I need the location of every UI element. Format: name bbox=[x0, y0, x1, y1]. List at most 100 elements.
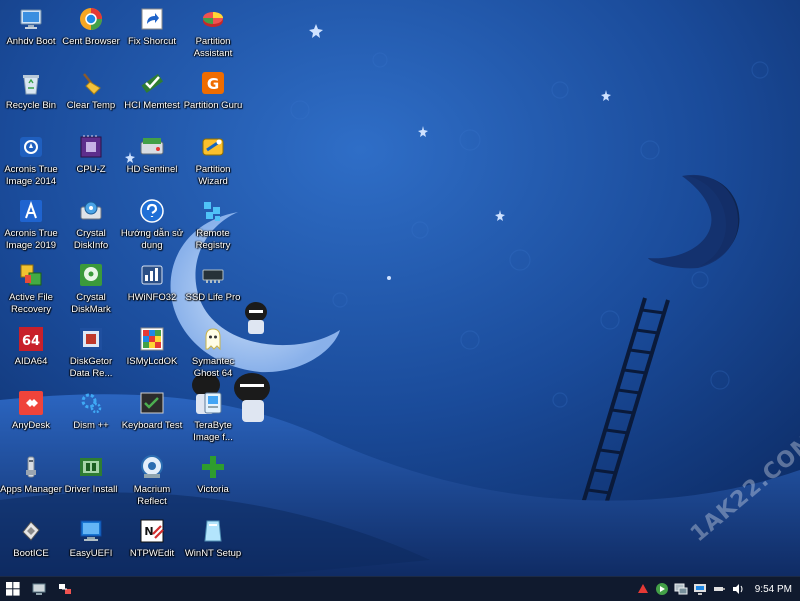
desktop-icon-cent-browser[interactable]: Cent Browser bbox=[60, 6, 122, 48]
tray-usb[interactable] bbox=[711, 581, 727, 597]
desktop-icon-label: Partition Wizard bbox=[195, 164, 231, 187]
desktop-icon-label: Driver Install bbox=[64, 484, 118, 495]
crystaldiskmark-icon bbox=[78, 262, 104, 288]
desktop-icon-diskgetor[interactable]: DiskGetor Data Re... bbox=[60, 326, 122, 379]
desktop-icon-label: WinNT Setup bbox=[184, 548, 242, 559]
desktop-icon-crystal-diskmark[interactable]: Crystal DiskMark bbox=[60, 262, 122, 315]
desktop-icon-ismylcdok[interactable]: ISMyLcdOK bbox=[121, 326, 183, 368]
desktop-icon-terabyte-image[interactable]: TeraByte Image f... bbox=[182, 390, 244, 443]
tray-red-arrow[interactable] bbox=[635, 581, 651, 597]
desktop-icon-active-file-recovery[interactable]: Active File Recovery bbox=[0, 262, 62, 315]
tray-volume[interactable] bbox=[730, 581, 746, 597]
diskgetor-icon bbox=[78, 326, 104, 352]
partition-wizard-icon bbox=[200, 134, 226, 160]
desktop-icon-label: Fix Shorcut bbox=[127, 36, 177, 47]
hd-sentinel-icon bbox=[139, 134, 165, 160]
desktop-icon-macrium-reflect[interactable]: Macrium Reflect bbox=[121, 454, 183, 507]
play-icon bbox=[655, 583, 668, 595]
desktop-icon-label: HCI Memtest bbox=[124, 100, 180, 111]
desktop-icon-clear-temp[interactable]: Clear Temp bbox=[60, 70, 122, 112]
svg-text:G: G bbox=[207, 75, 219, 93]
desktop-icon-label: Keyboard Test bbox=[121, 420, 183, 431]
tray-play[interactable] bbox=[654, 581, 670, 597]
cpuz-icon bbox=[78, 134, 104, 160]
desktop-icon-ssd-life-pro[interactable]: SSD Life Pro bbox=[182, 262, 244, 304]
desktop-icon-acronis-2014[interactable]: Acronis True Image 2014 bbox=[0, 134, 62, 187]
desktop-icon-hwinfo32[interactable]: HWiNFO32 bbox=[121, 262, 183, 304]
desktop-icon-cpu-z[interactable]: CPU-Z bbox=[60, 134, 122, 176]
desktop-icon-anydesk[interactable]: AnyDesk bbox=[0, 390, 62, 432]
desktop-icon-driver-install[interactable]: Driver Install bbox=[60, 454, 122, 496]
desktop-icon-fix-shortcut[interactable]: Fix Shorcut bbox=[121, 6, 183, 48]
crystaldiskinfo-icon bbox=[78, 198, 104, 224]
taskbar-clock[interactable]: 9:54 PM bbox=[755, 584, 792, 595]
desktop-icon-label: SSD Life Pro bbox=[185, 292, 241, 303]
desktop-icon-label: Recycle Bin bbox=[5, 100, 57, 111]
desktop-icon-easyuefi[interactable]: EasyUEFI bbox=[60, 518, 122, 560]
desktop-icon-label: Acronis True Image 2019 bbox=[4, 228, 58, 251]
driver-install-icon bbox=[78, 454, 104, 480]
desktop-icon-winnt-setup[interactable]: WinNT Setup bbox=[182, 518, 244, 560]
file-recovery-icon bbox=[18, 262, 44, 288]
desktop-icon-label: Macrium Reflect bbox=[133, 484, 171, 507]
network-icon bbox=[59, 584, 71, 594]
desktop-icon-label: Symantec Ghost 64 bbox=[191, 356, 235, 379]
tray-network-adapter[interactable] bbox=[673, 581, 689, 597]
desktop-icon-dism[interactable]: Dism ++ bbox=[60, 390, 122, 432]
desktop-icon-label: Victoria bbox=[197, 484, 229, 495]
anydesk-icon bbox=[18, 390, 44, 416]
victoria-icon bbox=[200, 454, 226, 480]
svg-text:64: 64 bbox=[22, 334, 40, 349]
desktop-icon-ntpwedit[interactable]: N NTPWEdit bbox=[121, 518, 183, 560]
desktop-icon-label: BootICE bbox=[13, 548, 49, 559]
tray-display[interactable] bbox=[692, 581, 708, 597]
aida64-icon: 64 bbox=[18, 326, 44, 352]
memtest-icon bbox=[139, 70, 165, 96]
desktop-icon-hci-memtest[interactable]: HCI Memtest bbox=[121, 70, 183, 112]
desktop-icon-aida64[interactable]: 64 AIDA64 bbox=[0, 326, 62, 368]
desktop-icon-anhdv-boot[interactable]: Anhdv Boot bbox=[0, 6, 62, 48]
speaker-icon bbox=[732, 584, 743, 594]
desktop-icon-crystal-diskinfo[interactable]: Crystal DiskInfo bbox=[60, 198, 122, 251]
desktop-icon-acronis-2019[interactable]: Acronis True Image 2019 bbox=[0, 198, 62, 251]
desktop-icon-label: Partition Guru bbox=[183, 100, 243, 111]
desktop-icon-label: Dism ++ bbox=[73, 420, 109, 431]
desktop-icon-label: Active File Recovery bbox=[9, 292, 53, 315]
ssd-icon bbox=[200, 262, 226, 288]
desktop-icon-label: HWiNFO32 bbox=[127, 292, 177, 303]
ghost-icon bbox=[200, 326, 226, 352]
windows-logo-icon bbox=[6, 582, 20, 596]
taskbar-network[interactable] bbox=[52, 577, 78, 601]
desktop-icon-grid: Anhdv Boot Recycle Bin Acronis True Imag… bbox=[0, 0, 800, 576]
acronis-2014-icon bbox=[18, 134, 44, 160]
desktop-icon-apps-manager[interactable]: Apps Manager bbox=[0, 454, 62, 496]
desktop-icon-partition-wizard[interactable]: Partition Wizard bbox=[182, 134, 244, 187]
display-icon bbox=[693, 584, 706, 595]
desktop-icon-hd-sentinel[interactable]: HD Sentinel bbox=[121, 134, 183, 176]
desktop-icon-partition-assistant[interactable]: Partition Assistant bbox=[182, 6, 244, 59]
desktop-icon-partition-guru[interactable]: G Partition Guru bbox=[182, 70, 244, 112]
desktop-icon-label: AIDA64 bbox=[14, 356, 48, 367]
desktop-icon-label: Clear Temp bbox=[66, 100, 116, 111]
desktop-icon-label: Anhdv Boot bbox=[6, 36, 56, 47]
desktop-icon-label: EasyUEFI bbox=[69, 548, 113, 559]
remote-registry-icon bbox=[200, 198, 226, 224]
taskbar: 9:54 PM bbox=[0, 576, 800, 601]
keyboard-test-icon bbox=[139, 390, 165, 416]
desktop-icon-symantec-ghost[interactable]: Symantec Ghost 64 bbox=[182, 326, 244, 379]
desktop-icon-label: HD Sentinel bbox=[126, 164, 178, 175]
desktop-icon-label: NTPWEdit bbox=[129, 548, 175, 559]
desktop-icon-keyboard-test[interactable]: Keyboard Test bbox=[121, 390, 183, 432]
desktop-icon-bootice[interactable]: BootICE bbox=[0, 518, 62, 560]
desktop-icon-victoria[interactable]: Victoria bbox=[182, 454, 244, 496]
shortcut-icon bbox=[139, 6, 165, 32]
desktop-icon-huong-dan[interactable]: Hướng dẫn sử dụng bbox=[121, 198, 183, 251]
desktop-icon-label: DiskGetor Data Re... bbox=[69, 356, 113, 379]
desktop-icon-recycle-bin[interactable]: Recycle Bin bbox=[0, 70, 62, 112]
taskbar-this-pc[interactable] bbox=[26, 577, 52, 601]
desktop-icon-remote-registry[interactable]: Remote Registry bbox=[182, 198, 244, 251]
start-button[interactable] bbox=[0, 577, 26, 601]
desktop-icon-label: Apps Manager bbox=[0, 484, 62, 495]
cent-browser-icon bbox=[78, 6, 104, 32]
usb-icon bbox=[713, 587, 725, 591]
